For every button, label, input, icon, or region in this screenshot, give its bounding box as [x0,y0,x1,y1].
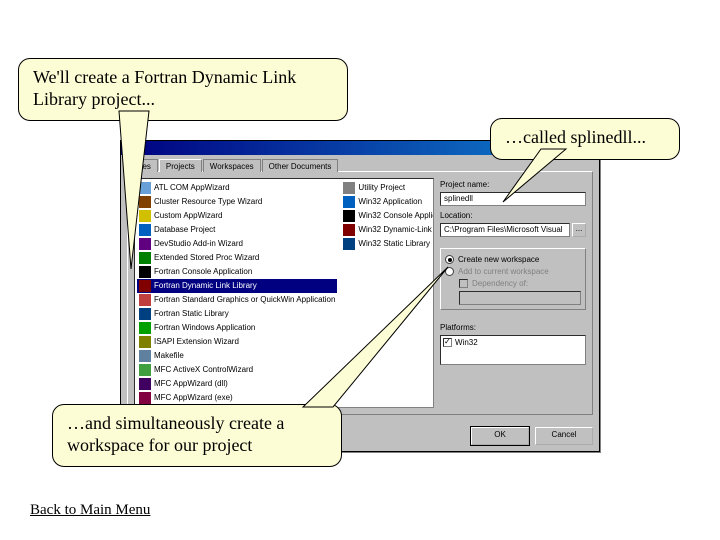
list-item-label: MFC AppWizard (exe) [154,392,233,404]
project-type-icon [343,210,355,222]
project-type-icon [139,252,151,264]
list-item-label: Fortran Static Library [154,308,229,320]
dependency-label: Dependency of: [472,279,528,288]
project-type-icon [139,294,151,306]
cancel-button[interactable]: Cancel [535,427,593,445]
callout-project-type: We'll create a Fortran Dynamic Link Libr… [18,58,348,121]
radio-dot-on-icon [445,255,454,264]
project-type-icon [139,350,151,362]
back-link[interactable]: Back to Main Menu [30,502,150,519]
project-type-icon [343,238,355,250]
project-type-icon [343,224,355,236]
callout-tail-icon [283,265,463,425]
project-type-icon [139,364,151,376]
list-item[interactable]: Win32 Console Application [341,209,434,223]
project-type-icon [139,378,151,390]
list-item-label: Extended Stored Proc Wizard [154,252,259,264]
tab-projects[interactable]: Projects [159,159,202,172]
radio-add-workspace-label: Add to current workspace [458,267,549,276]
radio-add-workspace: Add to current workspace [445,267,581,276]
project-type-icon [139,336,151,348]
project-type-icon [139,308,151,320]
platform-row[interactable]: Win32 [443,338,583,347]
list-item-label: Fortran Console Application [154,266,252,278]
location-input[interactable]: C:\Program Files\Microsoft Visual [440,223,570,237]
list-item-label: Win32 Dynamic-Link Library [358,224,434,236]
list-item-label: Makefile [154,350,184,362]
list-item[interactable]: DevStudio Add-in Wizard [137,237,337,251]
list-item-label: Fortran Windows Application [154,322,255,334]
list-item-label: Win32 Application [358,196,422,208]
list-item-label: Utility Project [358,182,405,194]
list-item-label: MFC ActiveX ControlWizard [154,364,253,376]
radio-create-workspace-label: Create new workspace [458,255,539,264]
list-item-label: DevStudio Add-in Wizard [154,238,243,250]
list-item-label: Fortran Dynamic Link Library [154,280,257,292]
list-item[interactable]: Extended Stored Proc Wizard [137,251,337,265]
callout-tail-icon [501,147,581,217]
list-item[interactable]: Utility Project [341,181,434,195]
list-item-label: Win32 Console Application [358,210,434,222]
tab-other-documents[interactable]: Other Documents [262,159,339,172]
radio-create-workspace[interactable]: Create new workspace [445,255,581,264]
project-type-icon [343,196,355,208]
project-type-icon [139,238,151,250]
project-type-icon [139,392,151,404]
tab-workspaces[interactable]: Workspaces [203,159,261,172]
callout-tail-icon [109,109,189,239]
dependency-checkbox: Dependency of: [459,279,581,288]
list-item-label: MFC AppWizard (dll) [154,378,228,390]
callout-workspace: …and simultaneously create a workspace f… [52,404,342,467]
browse-button[interactable]: ... [572,223,586,237]
dependency-dropdown [459,291,581,305]
list-item-label: Win32 Static Library [358,238,430,250]
project-type-icon [139,322,151,334]
list-item-label: ISAPI Extension Wizard [154,336,239,348]
list-item[interactable]: Win32 Application [341,195,434,209]
list-item[interactable]: Win32 Dynamic-Link Library [341,223,434,237]
project-type-icon [343,182,355,194]
list-item[interactable]: Win32 Static Library [341,237,434,251]
callout-project-name: …called splinedll... [490,118,680,160]
ok-button[interactable]: OK [471,427,529,445]
project-type-icon [139,280,151,292]
project-type-icon [139,266,151,278]
